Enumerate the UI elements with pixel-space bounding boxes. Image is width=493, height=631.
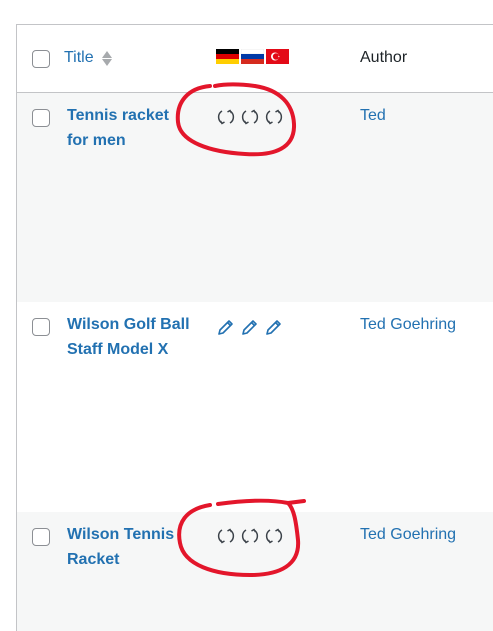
sync-icon[interactable] bbox=[216, 526, 236, 546]
translation-status bbox=[216, 317, 284, 337]
row-title-link[interactable]: Tennis racket for men bbox=[67, 103, 197, 153]
sync-icon[interactable] bbox=[264, 526, 284, 546]
table-row: Tennis racket for men Ted bbox=[17, 93, 493, 302]
table-header: Title Author bbox=[17, 25, 493, 93]
title-column-label[interactable]: Title bbox=[64, 49, 94, 67]
pencil-icon[interactable] bbox=[216, 317, 236, 337]
sync-icon[interactable] bbox=[216, 107, 236, 127]
flag-turkey-icon[interactable] bbox=[266, 49, 289, 64]
sort-icon[interactable] bbox=[101, 50, 112, 66]
author-column-header: Author bbox=[360, 49, 408, 66]
flag-germany-icon[interactable] bbox=[216, 49, 239, 64]
table-row: Wilson Tennis Racket Ted Goehring bbox=[17, 512, 493, 631]
pencil-icon[interactable] bbox=[264, 317, 284, 337]
flag-russia-icon[interactable] bbox=[241, 49, 264, 64]
sync-icon[interactable] bbox=[264, 107, 284, 127]
posts-table: Title Author Tennis racket for men Ted W… bbox=[16, 24, 493, 631]
language-flags bbox=[216, 49, 289, 64]
row-author-link[interactable]: Ted Goehring bbox=[360, 522, 456, 547]
sync-icon[interactable] bbox=[240, 526, 260, 546]
row-author-link[interactable]: Ted bbox=[360, 103, 386, 128]
row-checkbox[interactable] bbox=[32, 528, 50, 546]
row-title-link[interactable]: Wilson Tennis Racket bbox=[67, 522, 197, 572]
pencil-icon[interactable] bbox=[240, 317, 260, 337]
translation-status bbox=[216, 107, 284, 127]
translation-status bbox=[216, 526, 284, 546]
select-all-checkbox[interactable] bbox=[32, 50, 50, 68]
row-checkbox[interactable] bbox=[32, 109, 50, 127]
title-column-header[interactable]: Title bbox=[64, 49, 112, 67]
table-row: Wilson Golf Ball Staff Model X Ted Goehr… bbox=[17, 302, 493, 512]
row-author-link[interactable]: Ted Goehring bbox=[360, 312, 456, 337]
sync-icon[interactable] bbox=[240, 107, 260, 127]
row-title-link[interactable]: Wilson Golf Ball Staff Model X bbox=[67, 312, 197, 362]
row-checkbox[interactable] bbox=[32, 318, 50, 336]
